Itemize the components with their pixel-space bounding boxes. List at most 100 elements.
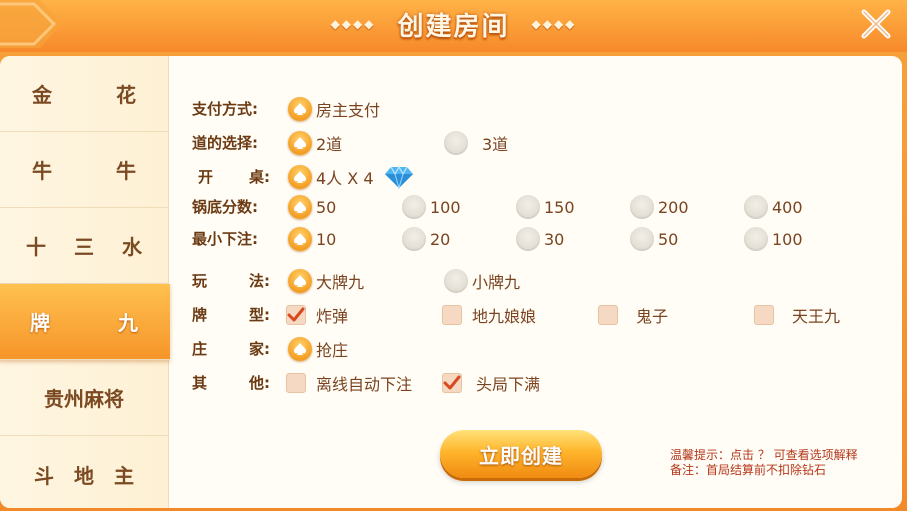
pot-option-100[interactable]: 100 — [402, 194, 461, 220]
radio-unselected — [630, 195, 654, 219]
label-char: 法: — [249, 272, 270, 290]
sidebar-item-jinhua[interactable]: 金 花 — [0, 56, 168, 132]
radio-unselected — [516, 227, 540, 251]
option-label: 50 — [316, 197, 337, 217]
other-option-first-full[interactable]: 头局下满 — [442, 370, 540, 396]
label-char: 开 — [198, 168, 214, 186]
option-label: 10 — [316, 229, 337, 249]
radio-unselected — [516, 195, 540, 219]
option-label: 100 — [772, 229, 803, 249]
option-label: 天王九 — [792, 307, 841, 326]
checkbox-unchecked — [598, 305, 618, 325]
card-type-option-tianwang[interactable]: 天王九 — [754, 302, 840, 328]
option-label: 头局下满 — [476, 375, 541, 394]
play-label: 玩 法: — [192, 268, 270, 294]
option-label: 小牌九 — [472, 273, 521, 292]
radio-selected — [288, 269, 312, 293]
banker-option-grab[interactable]: 抢庄 — [288, 336, 348, 362]
other-option-auto-bet[interactable]: 离线自动下注 — [286, 370, 412, 396]
diamond-gem-icon — [384, 165, 413, 189]
option-label: 30 — [544, 229, 565, 249]
card-type-label: 牌 型: — [192, 302, 270, 328]
option-label: 大牌九 — [316, 273, 365, 292]
pot-option-50[interactable]: 50 — [288, 194, 336, 220]
option-label: 离线自动下注 — [316, 375, 413, 394]
sidebar-item-label: 三 — [74, 235, 94, 259]
min-bet-option-100[interactable]: 100 — [744, 226, 803, 252]
spade-icon — [294, 233, 306, 245]
sidebar-item-paijiu[interactable]: 牌 九 — [0, 284, 170, 360]
spade-icon — [294, 171, 306, 183]
checkbox-unchecked — [754, 305, 774, 325]
play-option-big[interactable]: 大牌九 — [288, 268, 364, 294]
table-option[interactable]: 4人 X 4 — [288, 164, 414, 190]
lanes-option-2[interactable]: 2道 — [288, 130, 342, 156]
title-bar: ◆◆◆◆ 创建房间 ◆◆◆◆ — [0, 0, 907, 48]
sidebar-item-label: 九 — [118, 311, 138, 335]
option-label: 150 — [544, 197, 575, 217]
checkbox-unchecked — [286, 373, 306, 393]
play-option-small[interactable]: 小牌九 — [444, 268, 520, 294]
label-char: 牌 — [192, 306, 208, 324]
radio-unselected — [402, 227, 426, 251]
sidebar-item-label: 贵州麻将 — [44, 387, 124, 411]
label-char: 型: — [249, 306, 270, 324]
spade-icon — [294, 275, 306, 287]
radio-selected — [288, 337, 312, 361]
radio-unselected — [444, 131, 468, 155]
checkbox-checked — [286, 305, 306, 325]
radio-selected — [288, 227, 312, 251]
label-char: 家: — [249, 340, 270, 358]
option-label: 50 — [658, 229, 679, 249]
radio-selected — [288, 97, 312, 121]
pot-option-150[interactable]: 150 — [516, 194, 575, 220]
header: ◆◆◆◆ 创建房间 ◆◆◆◆ — [0, 0, 907, 52]
card-type-option-dijiu[interactable]: 地九娘娘 — [442, 302, 536, 328]
lanes-option-3[interactable]: 3道 — [444, 130, 508, 156]
label-char: 其 — [192, 374, 208, 392]
sidebar-item-label: 主 — [114, 463, 134, 488]
min-bet-label: 最小下注: — [192, 230, 258, 248]
checkbox-unchecked — [442, 305, 462, 325]
min-bet-option-10[interactable]: 10 — [288, 226, 336, 252]
sidebar-item-label: 十 — [26, 235, 46, 259]
label-char: 庄 — [192, 340, 208, 358]
radio-selected — [288, 131, 312, 155]
sidebar-item-label: 牛 — [116, 159, 136, 183]
close-button[interactable] — [853, 4, 899, 44]
spade-icon — [294, 137, 306, 149]
min-bet-option-20[interactable]: 20 — [402, 226, 450, 252]
create-room-button[interactable]: 立即创建 — [440, 430, 602, 478]
page-title: 创建房间 — [397, 11, 510, 42]
label-char: 他: — [249, 374, 270, 392]
title-ornament-right: ◆◆◆◆ — [531, 17, 577, 31]
min-bet-option-30[interactable]: 30 — [516, 226, 564, 252]
pot-option-200[interactable]: 200 — [630, 194, 689, 220]
other-label: 其 他: — [192, 370, 270, 396]
radio-selected — [288, 195, 312, 219]
option-label: 鬼子 — [636, 307, 669, 326]
table-label: 开 桌: — [192, 164, 270, 190]
card-type-option-guizi[interactable]: 鬼子 — [598, 302, 668, 328]
sidebar-item-guizhou-mahjong[interactable]: 贵州麻将 — [0, 360, 168, 436]
spade-icon — [294, 343, 306, 355]
option-label: 400 — [772, 197, 803, 217]
min-bet-option-50[interactable]: 50 — [630, 226, 678, 252]
sidebar-item-label: 地 — [74, 463, 94, 488]
note-text: 备注：首局结算前不扣除钻石 — [670, 463, 827, 477]
sidebar-item-label: 牛 — [32, 159, 52, 183]
option-label: 抢庄 — [316, 341, 349, 360]
title-ornament-left: ◆◆◆◆ — [330, 17, 376, 31]
radio-unselected — [444, 269, 468, 293]
card-type-option-bomb[interactable]: 炸弹 — [286, 302, 348, 328]
pay-option-owner[interactable]: 房主支付 — [288, 96, 380, 122]
radio-unselected — [630, 227, 654, 251]
sidebar-item-doudizhu[interactable]: 斗 地 主 — [0, 436, 168, 508]
spade-icon — [294, 201, 306, 213]
pot-option-400[interactable]: 400 — [744, 194, 803, 220]
sidebar-item-shisanshui[interactable]: 十 三 水 — [0, 208, 168, 284]
sidebar-item-label: 花 — [116, 83, 136, 107]
banker-label: 庄 家: — [192, 336, 270, 362]
option-label: 炸弹 — [316, 307, 349, 326]
sidebar-item-niuniu[interactable]: 牛 牛 — [0, 132, 168, 208]
